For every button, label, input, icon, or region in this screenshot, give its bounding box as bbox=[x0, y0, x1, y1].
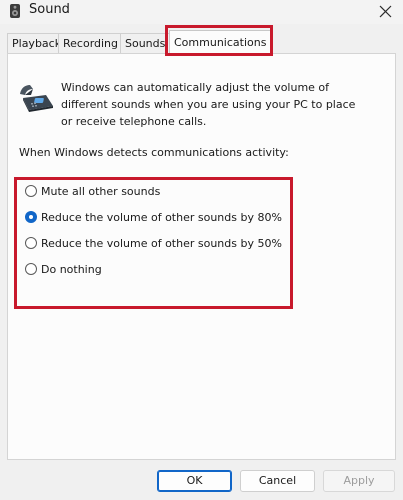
radio-reduce-80[interactable]: Reduce the volume of other sounds by 80% bbox=[25, 209, 282, 225]
radio-button-selected[interactable] bbox=[25, 211, 37, 223]
radio-button[interactable] bbox=[25, 185, 37, 197]
close-icon bbox=[379, 5, 392, 18]
apply-button[interactable]: Apply bbox=[323, 470, 395, 492]
radio-reduce-50[interactable]: Reduce the volume of other sounds by 50% bbox=[25, 235, 282, 251]
tab-recording[interactable]: Recording bbox=[58, 33, 124, 53]
tab-sounds[interactable]: Sounds bbox=[120, 33, 171, 53]
close-button[interactable] bbox=[369, 0, 403, 24]
tab-communications[interactable]: Communications bbox=[169, 30, 272, 54]
radio-button[interactable] bbox=[25, 263, 37, 275]
radio-do-nothing[interactable]: Do nothing bbox=[25, 261, 102, 277]
radio-label: Reduce the volume of other sounds by 50% bbox=[41, 236, 282, 250]
radio-label: Mute all other sounds bbox=[41, 184, 161, 198]
activity-prompt-label: When Windows detects communications acti… bbox=[19, 146, 289, 159]
radio-label: Reduce the volume of other sounds by 80% bbox=[41, 210, 282, 224]
radio-button[interactable] bbox=[25, 237, 37, 249]
title-bar: Sound bbox=[0, 0, 403, 24]
telephone-icon bbox=[19, 84, 55, 112]
cancel-button[interactable]: Cancel bbox=[240, 470, 315, 492]
speaker-icon bbox=[7, 3, 23, 19]
radio-mute-all[interactable]: Mute all other sounds bbox=[25, 183, 160, 199]
window-title: Sound bbox=[29, 2, 70, 17]
radio-label: Do nothing bbox=[41, 262, 102, 276]
communications-description: Windows can automatically adjust the vol… bbox=[61, 81, 356, 128]
ok-button[interactable]: OK bbox=[157, 470, 232, 492]
